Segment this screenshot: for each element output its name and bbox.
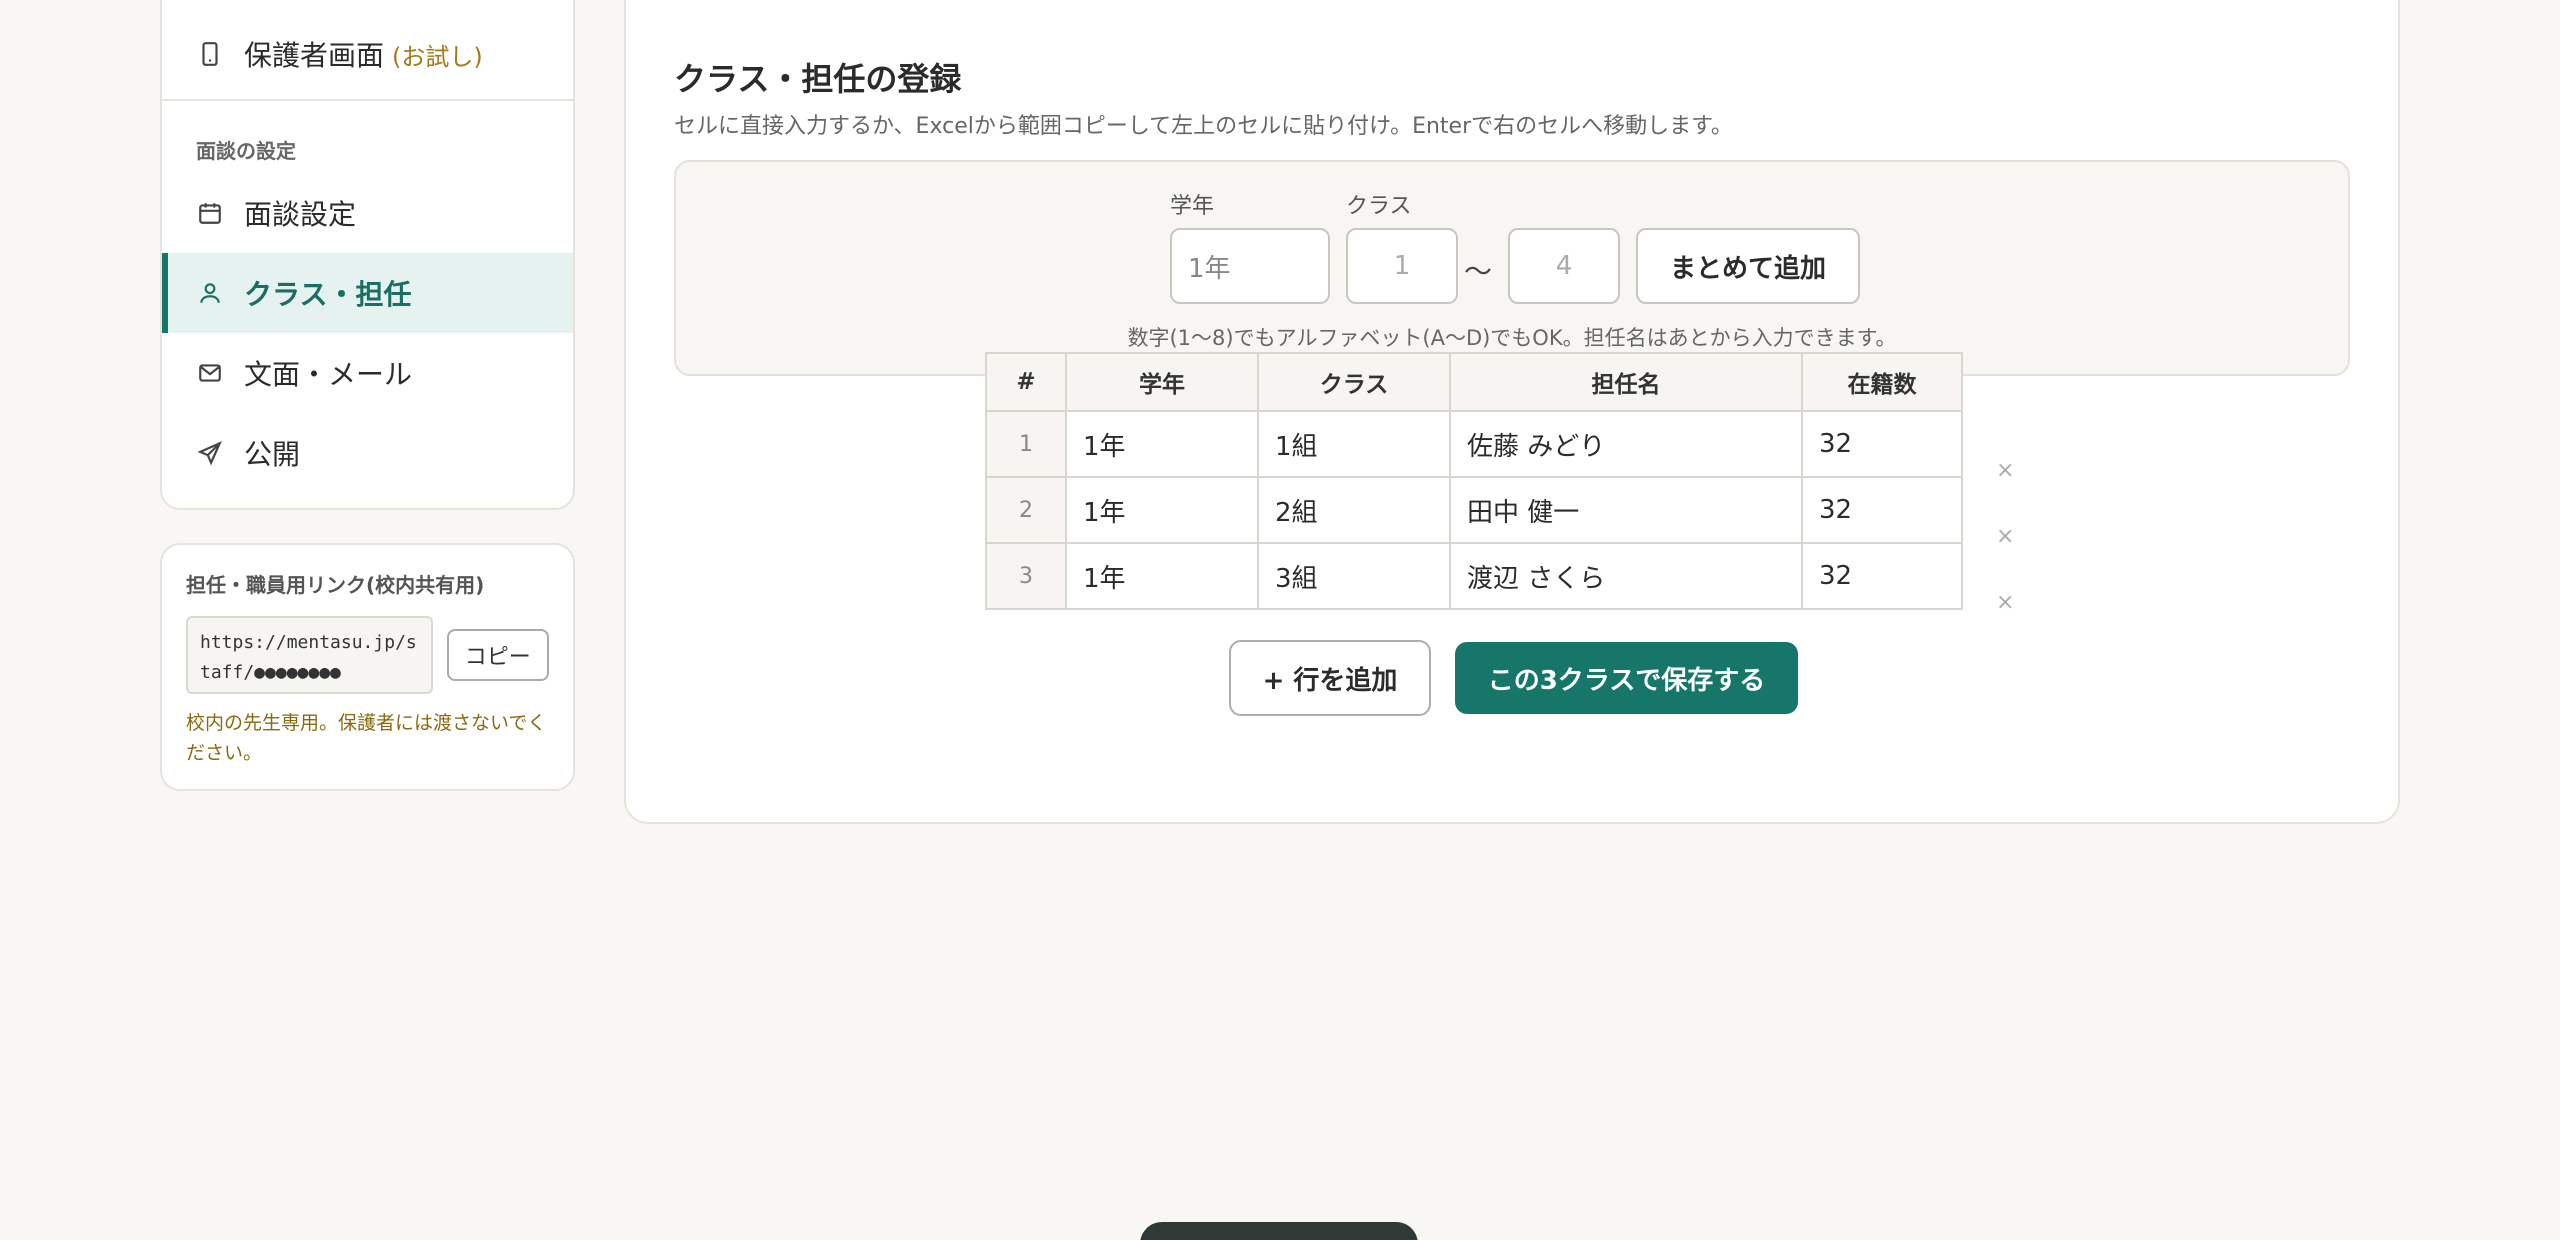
copy-button[interactable]: コピー	[446, 629, 549, 681]
class-registration-card: クラス・担任の登録 セルに直接入力するか、Excelから範囲コピーして左上のセル…	[624, 0, 2400, 824]
grade-cell[interactable]: 1年	[1065, 542, 1259, 610]
mail-icon	[196, 359, 224, 387]
send-icon	[196, 439, 224, 467]
table-row: 3 1年 3組 渡辺 さくら 32	[985, 542, 1963, 610]
sidebar-item-label: クラス・担任	[244, 278, 412, 311]
bulk-add-panel: 学年 クラス 1年 1 〜 4 まとめて追加 数字(1〜8)でもアルファベット(…	[674, 160, 2350, 376]
sidebar-nav: 保護者画面 (お試し) 面談の設定 面談設定 クラス・担任 文面・メール 公開	[160, 0, 575, 510]
parent-view-label: 保護者画面	[244, 39, 385, 72]
table-header-row: # 学年 クラス 担任名 在籍数	[985, 352, 1963, 412]
header-count: 在籍数	[1801, 352, 1963, 412]
sidebar-item-publish[interactable]: 公開	[162, 413, 573, 493]
staff-link-title: 担任・職員用リンク(校内共有用)	[186, 573, 485, 597]
count-cell[interactable]: 32	[1801, 410, 1963, 478]
teacher-cell[interactable]: 佐藤 みどり	[1449, 410, 1803, 478]
class-cell[interactable]: 3組	[1257, 542, 1451, 610]
delete-row-icon[interactable]: ×	[1996, 590, 2014, 615]
class-label: クラス	[1346, 194, 1412, 219]
user-icon	[196, 279, 224, 307]
save-button[interactable]: この3クラスで保存する	[1455, 642, 1798, 714]
class-cell[interactable]: 2組	[1257, 476, 1451, 544]
parent-view-link[interactable]: 保護者画面 (お試し)	[162, 14, 573, 94]
smartphone-icon	[196, 40, 224, 68]
range-tilde: 〜	[1464, 255, 1493, 288]
sidebar-item-label: 文面・メール	[244, 358, 413, 391]
count-cell[interactable]: 32	[1801, 476, 1963, 544]
section-label: 面談の設定	[196, 139, 296, 163]
header-teacher: 担任名	[1449, 352, 1803, 412]
trial-badge: (お試し)	[392, 42, 483, 71]
bottom-toast-bar	[1140, 1222, 1418, 1240]
delete-row-icon[interactable]: ×	[1996, 524, 2014, 549]
header-index: #	[985, 352, 1067, 412]
header-grade: 学年	[1065, 352, 1259, 412]
page-title: クラス・担任の登録	[674, 60, 962, 98]
staff-link-card: 担任・職員用リンク(校内共有用) https://mentasu.jp/staf…	[160, 543, 575, 791]
class-from-input[interactable]: 1	[1346, 228, 1458, 304]
staff-link-note: 校内の先生専用。保護者には渡さないでください。	[186, 712, 547, 764]
sidebar-item-label: 面談設定	[244, 198, 357, 231]
bulk-add-button[interactable]: まとめて追加	[1636, 228, 1860, 304]
row-index: 2	[985, 476, 1067, 544]
bulk-hint: 数字(1〜8)でもアルファベット(A〜D)でもOK。担任名はあとから入力できます…	[1127, 326, 1897, 350]
page-description: セルに直接入力するか、Excelから範囲コピーして左上のセルに貼り付け。Ente…	[674, 114, 1733, 139]
row-index: 1	[985, 410, 1067, 478]
grade-input[interactable]: 1年	[1170, 228, 1330, 304]
table-row: 2 1年 2組 田中 健一 32	[985, 476, 1963, 544]
sidebar-item-class-teacher[interactable]: クラス・担任	[162, 253, 573, 333]
sidebar-divider	[162, 99, 573, 101]
count-cell[interactable]: 32	[1801, 542, 1963, 610]
class-cell[interactable]: 1組	[1257, 410, 1451, 478]
sidebar-item-label: 公開	[244, 438, 301, 471]
staff-link-url[interactable]: https://mentasu.jp/staff/●●●●●●●●	[186, 616, 433, 694]
grade-cell[interactable]: 1年	[1065, 410, 1259, 478]
class-to-input[interactable]: 4	[1508, 228, 1620, 304]
table-row: 1 1年 1組 佐藤 みどり 32	[985, 410, 1963, 478]
class-table: # 学年 クラス 担任名 在籍数 1 1年 1組 佐藤 みどり 32 2 1年 …	[985, 352, 1963, 610]
add-row-button[interactable]: + 行を追加	[1229, 640, 1431, 716]
row-index: 3	[985, 542, 1067, 610]
calendar-icon	[196, 199, 224, 227]
teacher-cell[interactable]: 田中 健一	[1449, 476, 1803, 544]
sidebar-item-text-mail[interactable]: 文面・メール	[162, 333, 573, 413]
teacher-cell[interactable]: 渡辺 さくら	[1449, 542, 1803, 610]
header-class: クラス	[1257, 352, 1451, 412]
delete-row-icon[interactable]: ×	[1996, 458, 2014, 483]
grade-label: 学年	[1170, 194, 1215, 219]
sidebar-item-interview-settings[interactable]: 面談設定	[162, 173, 573, 253]
grade-cell[interactable]: 1年	[1065, 476, 1259, 544]
